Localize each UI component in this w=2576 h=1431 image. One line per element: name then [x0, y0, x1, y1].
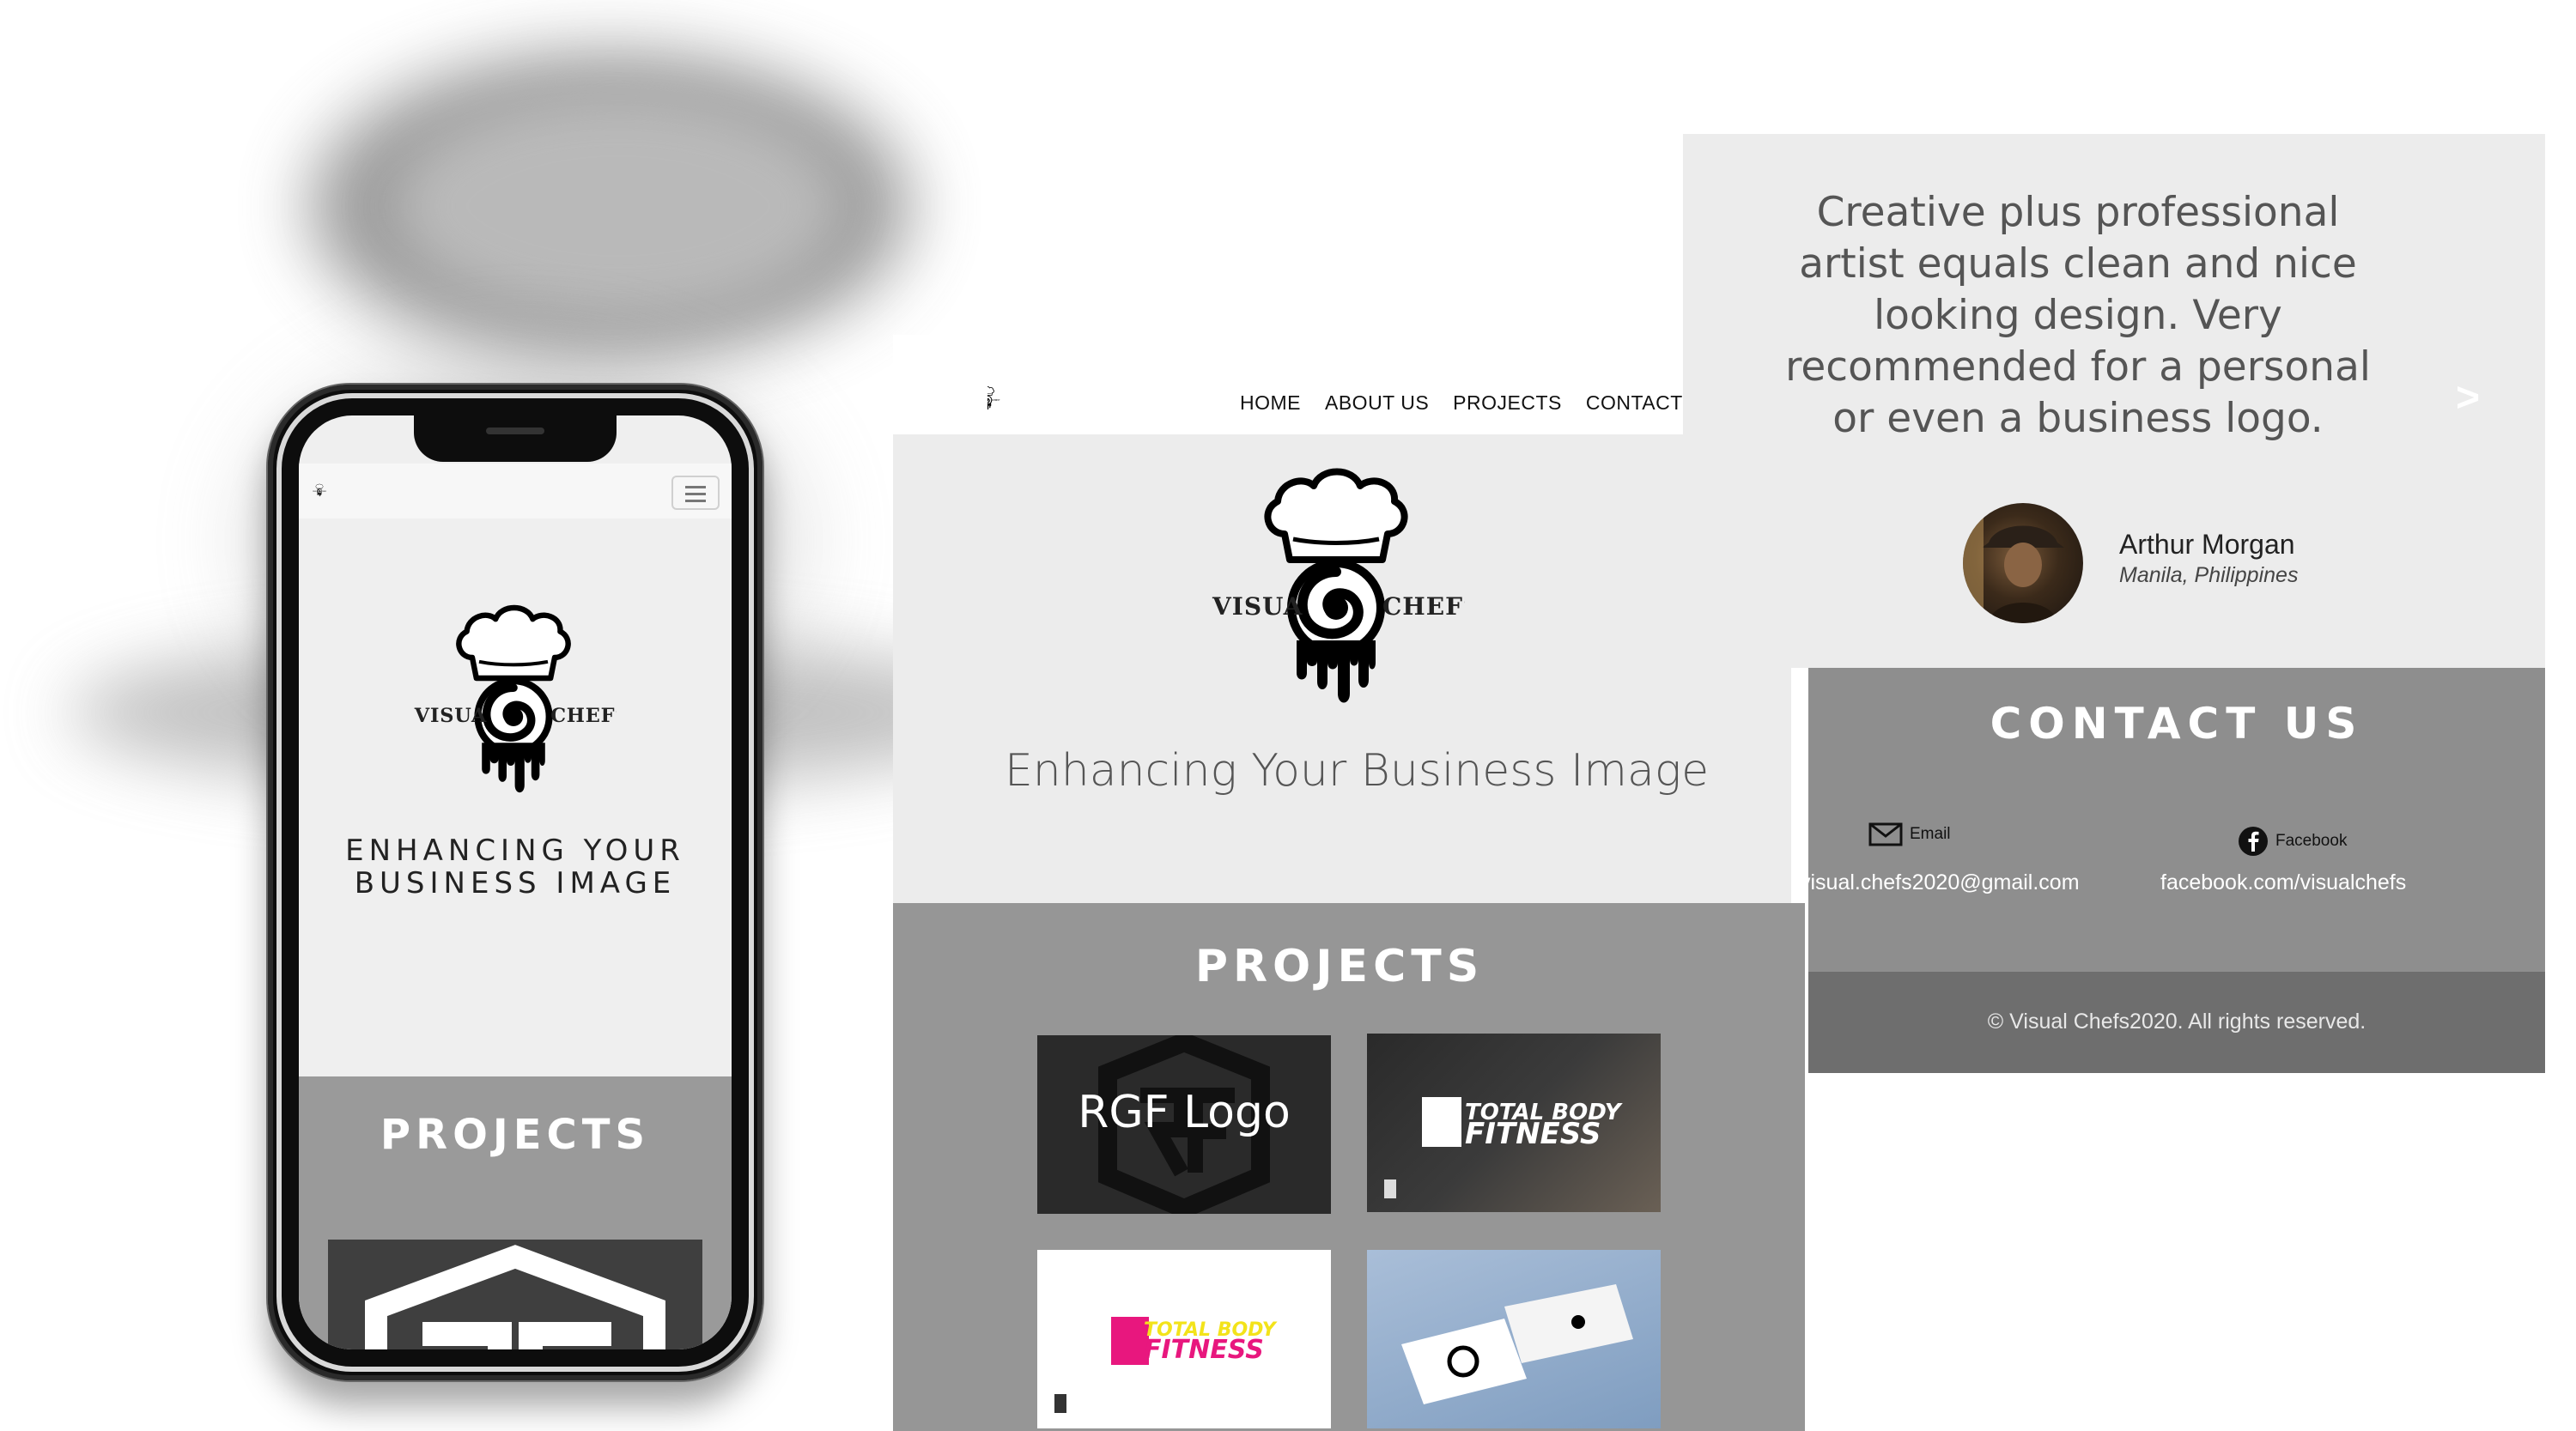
testimonial-section: Creative plus professional artist equals… — [1683, 134, 2545, 668]
total-body-fitness-color-logo-icon: TOTAL BODY FITNESS — [1054, 1317, 1278, 1413]
hamburger-icon — [685, 493, 706, 495]
desktop-site: HOME ABOUT US PROJECTS CONTACT US Enhanc… — [893, 335, 1805, 1431]
contact-section: CONTACT US Email Facebook visual.chefs20… — [1808, 668, 2545, 972]
mobile-tagline: ENHANCING YOUR BUSINESS IMAGE — [299, 834, 732, 900]
desktop-navbar: HOME ABOUT US PROJECTS CONTACT US — [893, 335, 1791, 434]
reviewer-name: Arthur Morgan — [2119, 529, 2295, 560]
project-card-total-body-fitness-dark[interactable]: TOTAL BODY FITNESS — [1367, 1034, 1661, 1212]
mobile-projects-section: PROJECTS — [299, 1076, 732, 1349]
nav-about-us[interactable]: ABOUT US — [1325, 391, 1429, 415]
desktop-projects-section: PROJECTS RGF Logo TOTAL BODY FITNESS TOT… — [893, 903, 1805, 1431]
project-card-total-body-fitness-light[interactable]: TOTAL BODY FITNESS — [1037, 1250, 1331, 1428]
email-link[interactable]: visual.chefs2020@gmail.com — [1808, 870, 2080, 895]
mobile-project-thumbnail[interactable] — [328, 1240, 702, 1349]
visual-chefs-logo — [1207, 457, 1465, 714]
rgf-logo-icon — [365, 1245, 665, 1349]
phone-screen: ENHANCING YOUR BUSINESS IMAGE PROJECTS — [299, 415, 732, 1349]
business-card-mockup-icon — [1401, 1284, 1633, 1404]
desktop-projects-title: PROJECTS — [1194, 941, 1485, 992]
hamburger-icon — [685, 486, 706, 488]
svg-text:FITNESS: FITNESS — [1144, 1335, 1264, 1365]
mobile-nav-logo[interactable] — [313, 479, 326, 501]
project-card-rgf[interactable]: RGF Logo — [1037, 1035, 1331, 1214]
contact-title: CONTACT US — [1990, 699, 2364, 749]
testimonial-next-button[interactable]: > — [2456, 374, 2480, 421]
facebook-icon — [2239, 827, 2268, 856]
total-body-fitness-logo-icon: TOTAL BODY FITNESS — [1384, 1097, 1624, 1198]
visual-chefs-logo — [410, 596, 617, 802]
mobile-hero: ENHANCING YOUR BUSINESS IMAGE — [299, 518, 732, 1076]
reviewer-location: Manila, Philippines — [2119, 563, 2299, 587]
mobile-navbar — [299, 464, 732, 518]
facebook-link[interactable]: facebook.com/visualchefs — [2160, 870, 2406, 895]
footer: © Visual Chefs2020. All rights reserved. — [1808, 972, 2545, 1073]
phone-speaker — [486, 427, 544, 434]
facebook-label-text: Facebook — [2275, 832, 2348, 850]
desktop-hero: Enhancing Your Business Image — [893, 434, 1791, 903]
phone-mockup: ENHANCING YOUR BUSINESS IMAGE PROJECTS — [268, 385, 762, 1380]
nav-projects[interactable]: PROJECTS — [1453, 391, 1562, 415]
footer-copyright: © Visual Chefs2020. All rights reserved. — [1987, 1010, 2366, 1034]
envelope-icon — [1868, 822, 1903, 846]
reviewer-avatar — [1963, 503, 2083, 623]
svg-text:FITNESS: FITNESS — [1465, 1117, 1601, 1151]
desktop-nav-menu: HOME ABOUT US PROJECTS CONTACT US — [1240, 391, 1716, 415]
nav-home[interactable]: HOME — [1240, 391, 1301, 415]
background-blur — [395, 94, 841, 318]
reviewer-photo — [1963, 503, 2064, 623]
testimonial-quote: Creative plus professional artist equals… — [1785, 189, 2371, 442]
testimonial-contact-panel: Creative plus professional artist equals… — [1683, 134, 2545, 1073]
phone-notch — [414, 415, 617, 462]
email-label-text: Email — [1910, 825, 1951, 843]
project-card-label: RGF Logo — [1078, 1087, 1291, 1138]
mobile-projects-title: PROJECTS — [380, 1111, 651, 1159]
email-label: Email — [1868, 822, 1951, 846]
hamburger-icon — [685, 500, 706, 502]
mobile-tagline-line: ENHANCING YOUR — [345, 834, 685, 868]
desktop-nav-logo[interactable] — [987, 369, 1025, 431]
project-card-business-card[interactable] — [1367, 1250, 1661, 1428]
facebook-label: Facebook — [2238, 826, 2347, 857]
hamburger-menu-button[interactable] — [671, 476, 720, 510]
mobile-tagline-line: BUSINESS IMAGE — [354, 866, 677, 900]
